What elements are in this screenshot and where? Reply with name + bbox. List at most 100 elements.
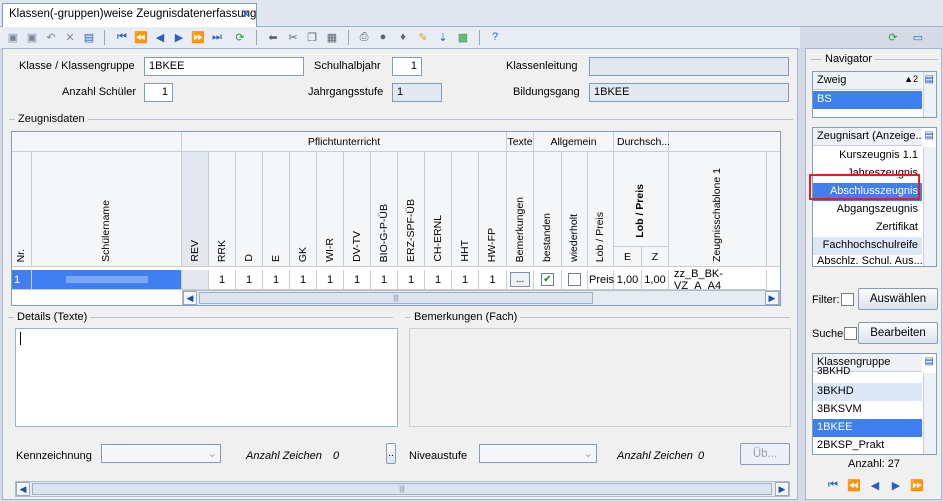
next-page-icon[interactable]: ⏩ [191,30,205,44]
brush-icon[interactable]: ✎ [416,30,430,44]
back-arrow-icon[interactable]: ⬅ [266,30,280,44]
grid-hscrollbar[interactable]: ◀ ||| ▶ [182,290,780,305]
klassengruppe-item[interactable]: 3BKHD [813,366,922,378]
copy-icon[interactable]: ❐ [305,30,319,44]
bestanden-checkbox[interactable]: ✔ [541,273,554,286]
excel-icon[interactable]: ▩ [456,30,470,44]
cell-grade-hht[interactable]: 1 [452,270,479,290]
window-icon[interactable]: ▭ [911,30,925,44]
cell-grade-hwfp[interactable]: 1 [479,270,507,290]
scroll-left-icon[interactable]: ◀ [183,291,197,305]
last-record-icon[interactable]: ⏭ [210,30,224,44]
klasse-input[interactable]: 1BKEE [144,57,304,76]
zweig-item[interactable]: BS [813,91,922,109]
schulhalbjahr-input[interactable]: 1 [392,57,422,76]
klassengruppe-item[interactable]: 3BKHD [813,383,922,401]
new-icon[interactable]: ▣ [6,30,20,44]
prev-record-icon[interactable]: ◀ [153,30,167,44]
zeugnisart-scrollbar[interactable] [923,147,936,266]
zeugnisart-item[interactable]: Zertifikat [813,219,922,237]
cell-grade-dvtv[interactable]: 1 [344,270,371,290]
cell-grade-biogp[interactable]: 1 [371,270,398,290]
anzahl-schueler-input[interactable]: 1 [144,83,173,102]
klassengruppe-item-selected[interactable]: 1BKEE [813,419,922,437]
sync-icon[interactable]: ⟳ [886,30,900,44]
cut-icon[interactable]: ✂ [286,30,300,44]
cell-grade-rrk[interactable]: 1 [209,270,236,290]
zeugnisart-header[interactable]: Zeugnisart (Anzeige... [813,128,922,146]
auswaehlen-button[interactable]: Auswählen [858,288,938,310]
nav-next-icon[interactable]: ▶ [889,478,903,492]
col-header-bemerkungen: Bemerkungen [507,152,534,267]
main-hscroll-thumb[interactable]: ||| [32,483,772,495]
filter-list-icon[interactable]: ▤ [925,74,934,85]
zeugnisart-item[interactable]: Kurszeugnis 1.1 [813,147,922,165]
cell-grade-e[interactable]: 1 [263,270,290,290]
zeugnisart-item[interactable]: Abgangszeugnis [813,201,922,219]
details-dots-button[interactable]: .. [386,443,396,464]
cell-grade-chernl[interactable]: 1 [425,270,452,290]
klassengruppe-item[interactable]: 2BKSP_Prakt [813,437,922,454]
cell-nr[interactable]: 1 [12,270,32,290]
cell-lobpreis[interactable]: Preis [588,270,614,290]
bearbeiten-button[interactable]: Bearbeiten [858,322,938,344]
filter-list-icon[interactable]: ▤ [925,356,934,367]
filter-list-icon[interactable]: ▤ [925,130,934,141]
scroll-right-icon[interactable]: ▶ [775,482,789,496]
grid-hscroll-thumb[interactable]: ||| [199,292,593,304]
col-label: BIO-G-P-ÜB [378,203,390,262]
nav-prev-icon[interactable]: ◀ [868,478,882,492]
col-label: CH-ERNL [432,215,444,262]
bemerkungen-button[interactable]: ... [510,272,530,287]
wiederholt-checkbox[interactable] [568,273,581,286]
save-icon[interactable]: ▣ [25,30,39,44]
main-hscrollbar[interactable]: ◀ ||| ▶ [15,481,790,497]
next-record-icon[interactable]: ▶ [172,30,186,44]
paste-icon[interactable]: ▦ [325,30,339,44]
cell-grade-wir[interactable]: 1 [317,270,344,290]
col-label: Lob / Preis [634,184,646,238]
suche-checkbox[interactable] [844,327,857,340]
tab-zeugnisdatenerfassung[interactable]: Klassen(-gruppen)weise Zeugnisdatenerfas… [2,3,257,27]
cell-bestanden[interactable]: ✔ [534,270,562,290]
bulb-icon[interactable]: ♦ [396,30,410,44]
undo-icon[interactable]: ↶ [44,30,58,44]
print-icon[interactable]: ⎙ [357,30,371,44]
cell-bemerkungen[interactable]: ... [507,270,534,290]
first-record-icon[interactable]: ⏮ [115,30,129,44]
nav-first-icon[interactable]: ⏮ [826,478,840,492]
details-textarea[interactable] [15,328,398,427]
refresh-icon[interactable]: ⟳ [233,30,247,44]
navigator-group: Navigator [810,53,938,65]
klassengruppe-item[interactable]: 3BKSVM [813,401,922,419]
klassengruppe-scrollbar[interactable] [923,373,936,454]
anzahl-zeichen-value: 0 [333,450,340,462]
cell-grade-gk[interactable]: 1 [290,270,317,290]
cell-wiederholt[interactable] [562,270,588,290]
delete-icon[interactable]: ✕ [63,30,77,44]
zweig-header[interactable]: Zweig ▲2 [813,72,922,90]
cell-schablone[interactable]: zz_B_BK-VZ_A_A4 [669,268,767,292]
nav-next-page-icon[interactable]: ⏩ [910,478,924,492]
nav-prev-page-icon[interactable]: ⏪ [847,478,861,492]
prev-page-icon[interactable]: ⏪ [134,30,148,44]
help-icon[interactable]: ? [488,30,502,44]
cell-schuelername[interactable] [32,270,182,290]
cell-e[interactable]: 1,00 [614,270,642,290]
col-label: E [270,254,282,262]
close-icon[interactable]: ✕ [241,7,251,21]
kennzeichnung-select[interactable]: ⌄ [101,444,221,463]
form-icon[interactable]: ▤ [82,30,96,44]
cell-grade-erzspf[interactable]: 1 [398,270,425,290]
cell-z[interactable]: 1,00 [642,270,669,290]
filter-checkbox[interactable] [841,293,854,306]
scroll-left-icon[interactable]: ◀ [16,482,30,496]
preview-icon[interactable]: ● [376,30,390,44]
uebernehmen-button[interactable]: Üb... [740,443,790,465]
scroll-right-icon[interactable]: ▶ [765,291,779,305]
zeugnisart-item[interactable]: Abschlz. Schul. Aus... [813,253,922,266]
col-header-schablone: Zeugnisschablone 1 [669,152,767,267]
niveaustufe-select[interactable]: ⌄ [479,444,597,463]
import-icon[interactable]: ⇣ [436,30,450,44]
cell-grade-d[interactable]: 1 [236,270,263,290]
